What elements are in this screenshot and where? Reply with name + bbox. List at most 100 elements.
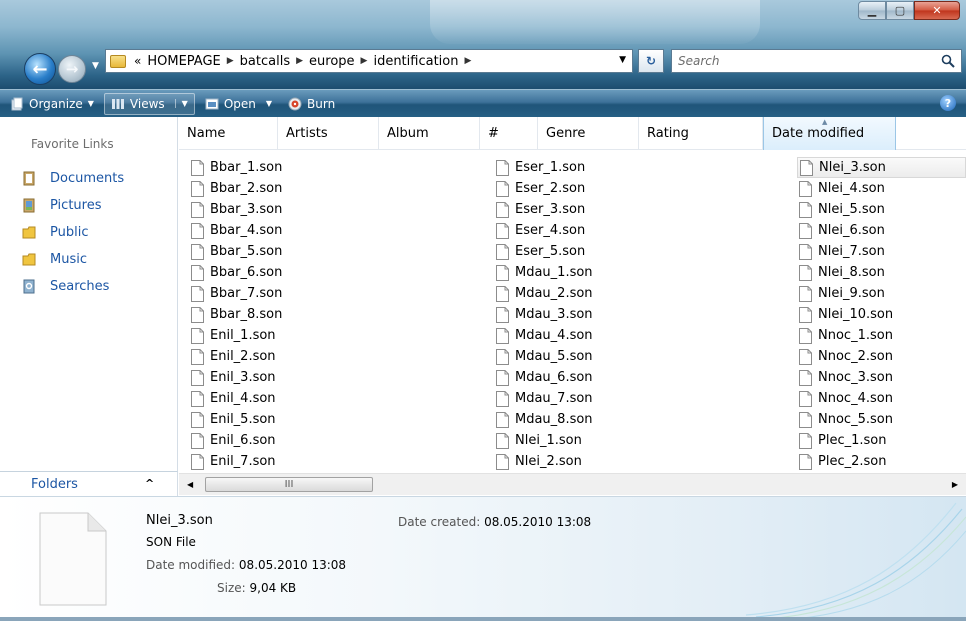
file-item[interactable]: Nnoc_4.son <box>797 388 966 409</box>
file-item[interactable]: Plec_2.son <box>797 451 966 472</box>
file-item[interactable]: Enil_5.son <box>189 409 329 430</box>
chevron-down-icon[interactable]: ▼ <box>174 99 188 108</box>
file-item[interactable]: Bbar_3.son <box>189 199 329 220</box>
help-icon[interactable]: ? <box>940 95 956 111</box>
file-item[interactable]: Eser_4.son <box>494 220 634 241</box>
close-button[interactable]: ✕ <box>914 1 960 20</box>
scroll-right-icon[interactable]: ▶ <box>952 480 958 489</box>
favorite-link-documents[interactable]: Documents <box>22 165 124 192</box>
file-item[interactable]: Eser_2.son <box>494 178 634 199</box>
file-item[interactable]: Eser_1.son <box>494 157 634 178</box>
favorite-link-pictures[interactable]: Pictures <box>22 192 124 219</box>
file-icon <box>799 243 812 260</box>
breadcrumb-item[interactable]: batcalls <box>240 54 290 69</box>
breadcrumb-item[interactable]: identification <box>373 54 458 69</box>
breadcrumb-separator-icon[interactable]: ▶ <box>296 56 303 66</box>
favorite-link-searches[interactable]: Searches <box>22 273 124 300</box>
folders-toggle-bar[interactable]: Folders ^ <box>0 471 178 497</box>
chevron-up-icon[interactable]: ^ <box>145 477 154 490</box>
file-item[interactable]: Enil_1.son <box>189 325 329 346</box>
file-item[interactable]: Nnoc_3.son <box>797 367 966 388</box>
file-item[interactable]: Nlei_1.son <box>494 430 634 451</box>
column-header-genre[interactable]: Genre <box>538 117 639 150</box>
breadcrumb-item[interactable]: europe <box>309 54 355 69</box>
history-dropdown-icon[interactable]: ▼ <box>92 61 99 71</box>
file-name: Nnoc_2.son <box>818 349 893 364</box>
file-item[interactable]: Mdau_6.son <box>494 367 634 388</box>
breadcrumb-item[interactable]: HOMEPAGE <box>147 54 220 69</box>
file-item[interactable]: Mdau_2.son <box>494 283 634 304</box>
file-item[interactable]: Nnoc_1.son <box>797 325 966 346</box>
file-item[interactable]: Nlei_9.son <box>797 283 966 304</box>
search-input[interactable] <box>678 53 918 69</box>
file-item[interactable]: Plec_1.son <box>797 430 966 451</box>
column-header-rating[interactable]: Rating <box>639 117 763 150</box>
file-item[interactable]: Nlei_8.son <box>797 262 966 283</box>
file-item[interactable]: Nlei_4.son <box>797 178 966 199</box>
file-item[interactable]: Nlei_6.son <box>797 220 966 241</box>
file-name: Enil_2.son <box>210 349 276 364</box>
organize-button[interactable]: Organize ▼ <box>4 93 100 115</box>
file-item[interactable]: Enil_2.son <box>189 346 329 367</box>
file-item[interactable]: Mdau_5.son <box>494 346 634 367</box>
file-item[interactable]: Mdau_7.son <box>494 388 634 409</box>
search-icon[interactable] <box>941 54 955 68</box>
forward-button[interactable]: → <box>58 55 86 83</box>
file-item[interactable]: Nlei_2.son <box>494 451 634 472</box>
file-item[interactable]: Enil_3.son <box>189 367 329 388</box>
column-header-artists[interactable]: Artists <box>278 117 379 150</box>
search-box[interactable] <box>671 49 962 73</box>
file-item[interactable]: Bbar_5.son <box>189 241 329 262</box>
file-item[interactable]: Mdau_1.son <box>494 262 634 283</box>
file-item[interactable]: Mdau_4.son <box>494 325 634 346</box>
file-name: Bbar_1.son <box>210 160 283 175</box>
breadcrumb-separator-icon[interactable]: ▶ <box>464 56 471 66</box>
address-bar[interactable]: « HOMEPAGE ▶ batcalls ▶ europe ▶ identif… <box>105 49 633 73</box>
file-item[interactable]: Mdau_3.son <box>494 304 634 325</box>
file-item[interactable]: Nlei_5.son <box>797 199 966 220</box>
file-item[interactable]: Nlei_7.son <box>797 241 966 262</box>
scrollbar-thumb[interactable]: III <box>205 477 373 492</box>
favorite-link-public[interactable]: Public <box>22 219 124 246</box>
file-item[interactable]: Mdau_8.son <box>494 409 634 430</box>
file-name: Mdau_2.son <box>515 286 593 301</box>
favorite-link-label: Public <box>50 225 89 240</box>
open-label: Open <box>223 96 256 111</box>
file-item[interactable]: Eser_3.son <box>494 199 634 220</box>
address-dropdown-icon[interactable]: ▼ <box>619 55 626 65</box>
file-item[interactable]: Nnoc_5.son <box>797 409 966 430</box>
file-item[interactable]: Nlei_3.son <box>797 157 966 178</box>
burn-button[interactable]: Burn <box>282 93 341 115</box>
file-item[interactable]: Bbar_4.son <box>189 220 329 241</box>
file-item[interactable]: Enil_6.son <box>189 430 329 451</box>
file-item[interactable]: Bbar_7.son <box>189 283 329 304</box>
file-item[interactable]: Bbar_6.son <box>189 262 329 283</box>
chevron-down-icon[interactable]: ▼ <box>266 99 272 108</box>
file-item[interactable]: Eser_5.son <box>494 241 634 262</box>
views-button[interactable]: Views ▼ <box>103 92 195 115</box>
file-item[interactable]: Nlei_10.son <box>797 304 966 325</box>
open-button[interactable]: Open ▼ <box>199 93 278 115</box>
column-header-track-number[interactable]: # <box>480 117 538 150</box>
file-item[interactable]: Bbar_2.son <box>189 178 329 199</box>
file-item[interactable]: Enil_4.son <box>189 388 329 409</box>
refresh-button[interactable]: ↻ <box>638 49 664 73</box>
address-overflow-chevron[interactable]: « <box>134 54 141 68</box>
file-item[interactable]: Enil_7.son <box>189 451 329 472</box>
file-item[interactable]: Nnoc_2.son <box>797 346 966 367</box>
favorite-link-music[interactable]: Music <box>22 246 124 273</box>
file-item[interactable]: Bbar_1.son <box>189 157 329 178</box>
column-header-date-modified[interactable]: ▲ Date modified <box>763 117 896 150</box>
scroll-left-icon[interactable]: ◀ <box>187 480 193 489</box>
file-name: Nnoc_4.son <box>818 391 893 406</box>
breadcrumb-separator-icon[interactable]: ▶ <box>361 56 368 66</box>
file-name: Bbar_7.son <box>210 286 283 301</box>
maximize-button[interactable]: ▢ <box>886 1 914 20</box>
back-button[interactable]: ← <box>24 53 56 85</box>
horizontal-scrollbar[interactable]: ◀ III ▶ <box>179 473 966 495</box>
minimize-button[interactable]: ▁ <box>858 1 886 20</box>
column-header-name[interactable]: Name <box>179 117 278 150</box>
column-header-album[interactable]: Album <box>379 117 480 150</box>
file-item[interactable]: Bbar_8.son <box>189 304 329 325</box>
breadcrumb-separator-icon[interactable]: ▶ <box>227 56 234 66</box>
